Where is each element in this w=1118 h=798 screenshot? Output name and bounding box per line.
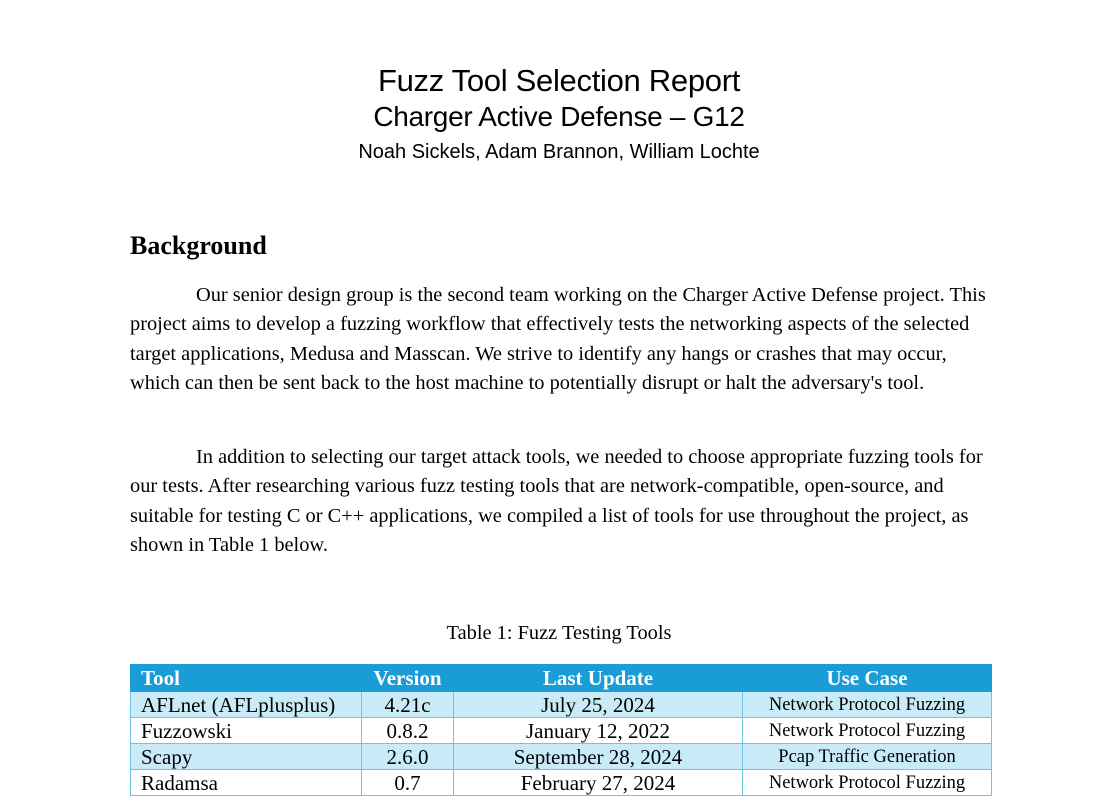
- fuzz-tools-table: Tool Version Last Update Use Case AFLnet…: [130, 664, 992, 796]
- cell-use-case: Network Protocol Fuzzing: [742, 691, 992, 718]
- cell-version: 4.21c: [361, 691, 454, 718]
- cell-tool: Radamsa: [130, 769, 362, 796]
- document-page: Fuzz Tool Selection Report Charger Activ…: [0, 0, 1118, 798]
- report-title: Fuzz Tool Selection Report: [377, 63, 741, 98]
- cell-tool: Fuzzowski: [130, 717, 362, 744]
- section-heading-background: Background: [130, 231, 267, 260]
- cell-version: 2.6.0: [361, 743, 454, 770]
- cell-use-case: Pcap Traffic Generation: [742, 743, 992, 770]
- cell-use-case: Network Protocol Fuzzing: [742, 769, 992, 796]
- cell-last-update: January 12, 2022: [453, 717, 743, 744]
- cell-version: 0.7: [361, 769, 454, 796]
- cell-use-case: Network Protocol Fuzzing: [742, 717, 992, 744]
- table-row: Fuzzowski 0.8.2 January 12, 2022 Network…: [130, 717, 992, 744]
- table-caption: Table 1: Fuzz Testing Tools: [446, 622, 672, 644]
- background-paragraph-2: In addition to selecting our target atta…: [130, 446, 983, 556]
- background-paragraph-1: Our senior design group is the second te…: [130, 284, 986, 394]
- table-row: Scapy 2.6.0 September 28, 2024 Pcap Traf…: [130, 743, 992, 770]
- column-header-use-case: Use Case: [742, 664, 992, 692]
- column-header-version: Version: [361, 664, 454, 692]
- report-authors: Noah Sickels, Adam Brannon, William Loch…: [358, 141, 760, 163]
- column-header-last-update: Last Update: [453, 664, 743, 692]
- cell-last-update: February 27, 2024: [453, 769, 743, 796]
- cell-last-update: July 25, 2024: [453, 691, 743, 718]
- report-subtitle: Charger Active Defense – G12: [373, 101, 745, 132]
- cell-tool: Scapy: [130, 743, 362, 770]
- table-header-row: Tool Version Last Update Use Case: [130, 664, 992, 692]
- table-row: Radamsa 0.7 February 27, 2024 Network Pr…: [130, 769, 992, 796]
- column-header-tool: Tool: [130, 664, 362, 692]
- table-row: AFLnet (AFLplusplus) 4.21c July 25, 2024…: [130, 691, 992, 718]
- cell-last-update: September 28, 2024: [453, 743, 743, 770]
- cell-version: 0.8.2: [361, 717, 454, 744]
- title-block: Fuzz Tool Selection Report Charger Activ…: [0, 62, 1118, 167]
- cell-tool: AFLnet (AFLplusplus): [130, 691, 362, 718]
